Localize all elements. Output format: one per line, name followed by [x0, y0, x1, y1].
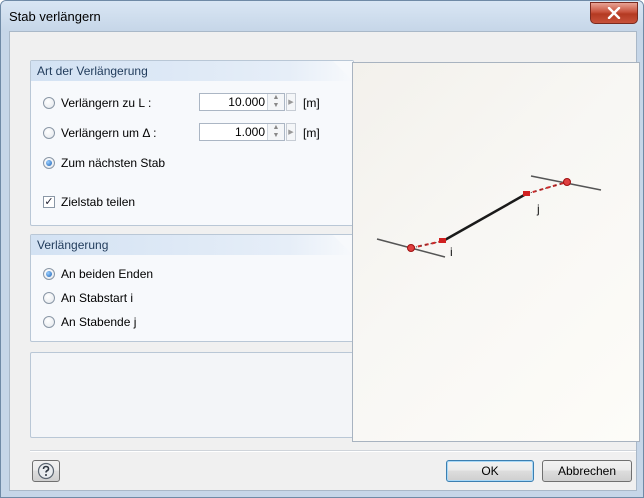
length-input[interactable]: 10.000 ▲ ▼	[199, 93, 285, 111]
footer-separator	[30, 450, 636, 452]
both-ends-radio[interactable]	[43, 268, 55, 280]
delta-spinner[interactable]: ▲ ▼	[267, 124, 284, 140]
extension-type-header: Art der Verlängerung	[31, 61, 353, 81]
both-ends-label: An beiden Enden	[61, 267, 154, 281]
split-target-member-option[interactable]: ✓ Zielstab teilen	[43, 194, 135, 210]
member-start-radio[interactable]	[43, 292, 55, 304]
split-target-member-checkbox[interactable]: ✓	[43, 196, 55, 208]
member-end-radio[interactable]	[43, 316, 55, 328]
extension-side-header: Verlängerung	[31, 235, 353, 255]
length-spinner[interactable]: ▲ ▼	[267, 94, 284, 110]
info-panel	[30, 352, 354, 438]
node-j-marker	[523, 191, 530, 196]
length-value: 10.000	[228, 95, 265, 109]
option-to-next-member[interactable]: Zum nächsten Stab	[43, 155, 165, 171]
delta-pick-button[interactable]: ▶	[286, 123, 296, 141]
extension-type-group: Art der Verlängerung Verlängern zu L : 1…	[30, 60, 354, 226]
split-target-member-label: Zielstab teilen	[61, 195, 136, 209]
option-extend-by-delta[interactable]: Verlängern um Δ :	[43, 125, 156, 141]
node-i-label: i	[450, 245, 453, 259]
node-j-label: j	[536, 202, 540, 216]
close-icon	[607, 7, 621, 19]
to-next-member-label: Zum nächsten Stab	[61, 156, 166, 170]
cancel-button[interactable]: Abbrechen	[542, 460, 632, 482]
intersection-j-marker	[563, 178, 571, 186]
member-line	[442, 192, 527, 243]
intersection-i-marker	[407, 244, 415, 252]
dialog-window: Stab verlängern Art der Verlängerung Ver…	[0, 0, 644, 498]
length-pick-button[interactable]: ▶	[286, 93, 296, 111]
preview-diagram: i j	[376, 175, 602, 259]
delta-input[interactable]: 1.000 ▲ ▼	[199, 123, 285, 141]
extend-to-length-label: Verlängern zu L :	[61, 96, 152, 110]
to-next-member-radio[interactable]	[43, 157, 55, 169]
option-both-ends[interactable]: An beiden Enden	[43, 266, 153, 282]
help-button[interactable]	[32, 460, 60, 482]
length-unit: [m]	[303, 96, 320, 110]
option-member-end[interactable]: An Stabende j	[43, 314, 136, 330]
window-title: Stab verlängern	[9, 9, 101, 24]
node-i-marker	[439, 238, 446, 243]
member-end-label: An Stabende j	[61, 315, 137, 329]
extend-by-delta-label: Verlängern um Δ :	[61, 126, 157, 140]
title-bar[interactable]: Stab verlängern	[1, 1, 643, 31]
delta-unit: [m]	[303, 126, 320, 140]
extend-by-delta-radio[interactable]	[43, 127, 55, 139]
delta-value: 1.000	[234, 125, 265, 139]
close-button[interactable]	[590, 2, 638, 24]
option-extend-to-length[interactable]: Verlängern zu L :	[43, 95, 151, 111]
extension-j-line	[525, 181, 568, 195]
extension-side-group: Verlängerung An beiden Enden An Stabstar…	[30, 234, 354, 342]
extension-i-line	[410, 240, 444, 249]
dialog-client: Art der Verlängerung Verlängern zu L : 1…	[9, 31, 640, 491]
preview-panel: i j	[352, 62, 640, 442]
member-start-label: An Stabstart i	[61, 291, 134, 305]
help-icon	[37, 462, 55, 480]
option-member-start[interactable]: An Stabstart i	[43, 290, 133, 306]
extend-to-length-radio[interactable]	[43, 97, 55, 109]
ok-button[interactable]: OK	[446, 460, 534, 482]
